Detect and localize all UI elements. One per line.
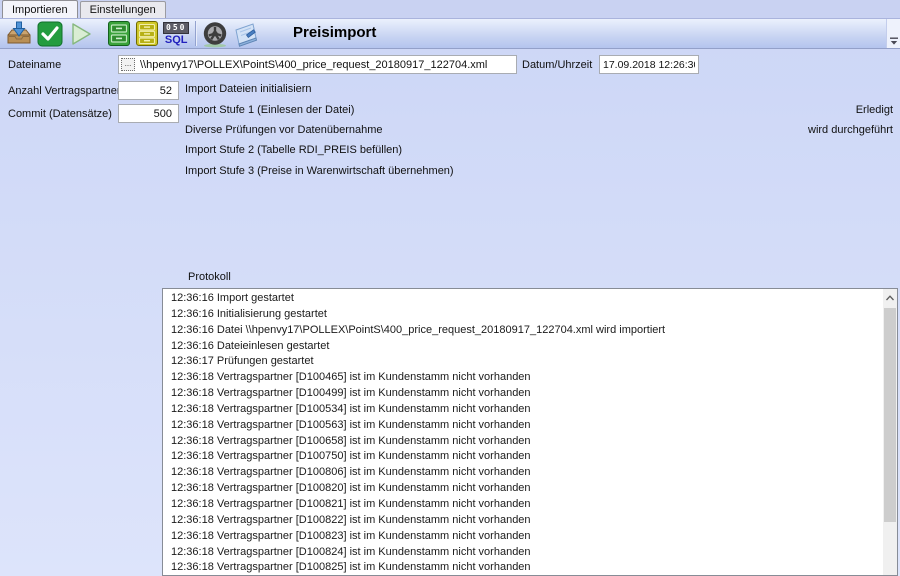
log-line: 12:36:18 Vertragspartner [D100825] ist i… <box>171 560 882 576</box>
anzahl-vertragspartner-label: Anzahl Vertragspartner <box>8 85 121 97</box>
log-line: 12:36:18 Vertragspartner [D100821] ist i… <box>171 497 882 513</box>
start-icon <box>67 21 93 47</box>
scrollbar-thumb[interactable] <box>884 308 896 522</box>
log-line: 12:36:18 Vertragspartner [D100806] ist i… <box>171 465 882 481</box>
log-line: 12:36:18 Vertragspartner [D100750] ist i… <box>171 449 882 465</box>
toolbar-separator <box>195 21 197 46</box>
log-line: 12:36:18 Vertragspartner [D100499] ist i… <box>171 386 882 402</box>
dateiname-label: Dateiname <box>8 59 61 71</box>
scrollbar-up-button[interactable] <box>883 289 897 306</box>
sql-icon: 050 SQL <box>163 22 189 46</box>
preisimport-window: Importieren Einstellungen <box>0 0 900 576</box>
overflow-grip-icon <box>890 37 898 46</box>
stage-row: Import Dateien initialisiern <box>185 79 893 99</box>
datum-uhrzeit-label: Datum/Uhrzeit <box>522 59 592 71</box>
commit-datensaetze-input[interactable] <box>118 104 179 123</box>
tire-icon <box>201 20 229 48</box>
check-button[interactable] <box>37 19 63 48</box>
protokoll-scrollbar[interactable] <box>883 289 897 575</box>
archive-green-icon <box>107 20 131 47</box>
start-button[interactable] <box>67 19 93 48</box>
log-line: 12:36:18 Vertragspartner [D100465] ist i… <box>171 370 882 386</box>
stage-status: wird durchgeführt <box>808 124 893 136</box>
log-line: 12:36:18 Vertragspartner [D100534] ist i… <box>171 402 882 418</box>
stage-label: Import Stufe 1 (Einlesen der Datei) <box>185 104 354 116</box>
notepad-icon <box>233 21 259 47</box>
archive-yellow-button[interactable] <box>135 19 159 48</box>
archive-yellow-icon <box>135 20 159 47</box>
import-file-icon <box>5 20 33 48</box>
anzahl-vertragspartner-input[interactable] <box>118 81 179 100</box>
notepad-button[interactable] <box>233 19 259 48</box>
log-line: 12:36:18 Vertragspartner [D100820] ist i… <box>171 481 882 497</box>
toolbar-overflow-button[interactable] <box>889 37 899 46</box>
log-line: 12:36:16 Initialisierung gestartet <box>171 307 882 323</box>
protokoll-lines: 12:36:16 Import gestartet 12:36:16 Initi… <box>163 291 882 576</box>
sql-button[interactable]: 050 SQL <box>163 19 189 48</box>
import-stages-list: Import Dateien initialisiern Import Stuf… <box>185 79 893 181</box>
datum-uhrzeit-input[interactable] <box>599 55 699 74</box>
page-title: Preisimport <box>293 24 376 41</box>
stage-label: Import Dateien initialisiern <box>185 83 312 95</box>
tab-importieren[interactable]: Importieren <box>2 0 78 18</box>
tire-button[interactable] <box>201 19 229 48</box>
chevron-up-icon <box>885 295 895 301</box>
toolbar-button-area: 050 SQL <box>0 19 886 48</box>
log-line: 12:36:17 Prüfungen gestartet <box>171 354 882 370</box>
stage-row: Diverse Prüfungen vor Datenübernahme wir… <box>185 120 893 140</box>
commit-datensaetze-label: Commit (Datensätze) <box>8 108 112 120</box>
protokoll-label: Protokoll <box>188 271 231 283</box>
log-line: 12:36:16 Dateieinlesen gestartet <box>171 339 882 355</box>
browse-button[interactable]: ... <box>121 58 135 71</box>
sql-label: SQL <box>165 35 188 46</box>
stage-row: Import Stufe 2 (Tabelle RDI_PREIS befüll… <box>185 140 893 160</box>
toolbar: 050 SQL <box>0 18 900 49</box>
toolbar-overflow-area <box>886 19 900 48</box>
log-line: 12:36:18 Vertragspartner [D100824] ist i… <box>171 545 882 561</box>
stage-label: Import Stufe 3 (Preise in Warenwirtschaf… <box>185 165 454 177</box>
tab-strip: Importieren Einstellungen <box>0 0 900 18</box>
log-line: 12:36:18 Vertragspartner [D100822] ist i… <box>171 513 882 529</box>
log-line: 12:36:16 Datei \\hpenvy17\POLLEX\PointS\… <box>171 323 882 339</box>
import-file-button[interactable] <box>5 19 33 48</box>
stage-row: Import Stufe 3 (Preise in Warenwirtschaf… <box>185 161 893 181</box>
tab-einstellungen[interactable]: Einstellungen <box>80 1 166 18</box>
check-icon <box>37 21 63 47</box>
archive-green-button[interactable] <box>107 19 131 48</box>
sql-digits: 050 <box>163 22 189 34</box>
log-line: 12:36:18 Vertragspartner [D100823] ist i… <box>171 529 882 545</box>
stage-label: Import Stufe 2 (Tabelle RDI_PREIS befüll… <box>185 144 402 156</box>
protokoll-listbox[interactable]: 12:36:16 Import gestartet 12:36:16 Initi… <box>162 288 898 576</box>
log-line: 12:36:18 Vertragspartner [D100658] ist i… <box>171 434 882 450</box>
log-line: 12:36:18 Vertragspartner [D100563] ist i… <box>171 418 882 434</box>
stage-status: Erledigt <box>856 104 893 116</box>
stage-row: Import Stufe 1 (Einlesen der Datei) Erle… <box>185 99 893 119</box>
log-line: 12:36:16 Import gestartet <box>171 291 882 307</box>
dateiname-input[interactable] <box>118 55 517 74</box>
stage-label: Diverse Prüfungen vor Datenübernahme <box>185 124 383 136</box>
